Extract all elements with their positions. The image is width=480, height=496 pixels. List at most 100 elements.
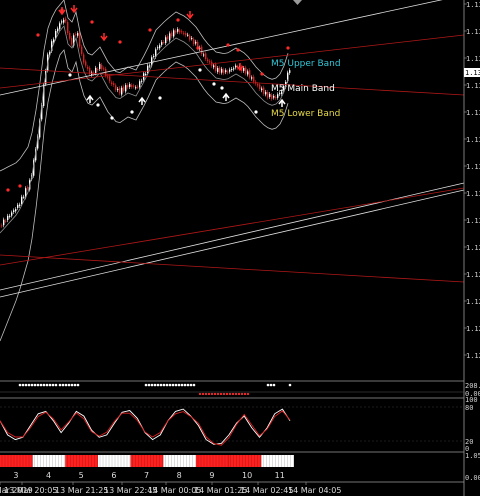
signal-dot-red [36, 33, 40, 37]
time-tick-label: 14 Mar 04:05 [288, 486, 341, 495]
candle-body [245, 67, 247, 74]
indicator-1-dot [168, 383, 172, 387]
indicator-1-dot-red [201, 392, 205, 396]
candle-body [165, 37, 167, 44]
signal-dot-white [254, 110, 258, 114]
candle-body [141, 80, 143, 82]
indicator-1-dot [48, 383, 52, 387]
signal-dot-red [6, 188, 10, 192]
candle-body [167, 36, 169, 40]
indicator-1-dot-red [240, 392, 244, 396]
indicator-1-dot [58, 383, 62, 387]
candle-body [249, 70, 251, 78]
signal-dot-red [236, 48, 240, 52]
signal-dot-white [220, 86, 224, 90]
candle-body [191, 38, 193, 40]
candle-body [169, 33, 171, 41]
price-tick-label: 1.129 [466, 271, 480, 279]
candle-body [145, 73, 147, 75]
candle-body [193, 39, 195, 45]
signal-dot-white [130, 110, 134, 114]
candle-body [149, 65, 151, 67]
candle-body [109, 76, 111, 82]
signal-dot-red [286, 46, 290, 50]
candle-body [61, 21, 63, 23]
price-tick-label: 1.132 [466, 109, 480, 117]
price-tick-label: 1.134 [466, 1, 480, 9]
candle-body [219, 67, 221, 73]
candle-body [251, 77, 253, 79]
price-tick-label: 1.129 [466, 244, 480, 252]
current-price-label: 1.132 [465, 69, 480, 77]
indicator-1-dot [183, 383, 187, 387]
candle-body [27, 187, 29, 189]
indicator-3-tick-bottom: 0.00 [465, 474, 480, 482]
candle-body [85, 61, 87, 66]
indicator-1-dot [24, 383, 28, 387]
signal-dot-white [212, 82, 216, 86]
signal-dot-white [110, 116, 114, 120]
chart-window[interactable]: M5 Upper Band M5 Main Band M5 Lower Band… [0, 0, 480, 496]
indicator-1-dot [45, 383, 49, 387]
candle-body [107, 76, 109, 78]
candle-body [187, 34, 189, 36]
candle-body [205, 53, 207, 59]
candle-body [15, 209, 17, 212]
indicator-1-dot [153, 383, 157, 387]
indicator-1-dot [36, 383, 40, 387]
candle-body [203, 54, 205, 56]
candle-body [111, 82, 113, 85]
candle-body [1, 225, 3, 227]
price-tick-label: 1.132 [466, 82, 480, 90]
signal-dot-red [260, 72, 264, 76]
candle-body [99, 63, 101, 70]
candle-body [157, 47, 159, 49]
indicator-1-dot [73, 383, 77, 387]
signal-dot-white [96, 103, 100, 107]
candle-body [119, 88, 121, 94]
indicator-1-dot-red [228, 392, 232, 396]
candle-body [163, 41, 165, 43]
candle-body [153, 55, 155, 57]
candle-body [7, 215, 9, 221]
candle-body [117, 88, 119, 91]
indicator-1-dot [272, 383, 276, 387]
time-tick-label: 14 Mar 02:45 [240, 486, 293, 495]
indicator-1-dot-red [246, 392, 250, 396]
candle-body [183, 32, 185, 34]
candle-body [21, 196, 23, 204]
indicator-1-dot [150, 383, 154, 387]
indicator-1-dot [171, 383, 175, 387]
indicator-1-dot [159, 383, 163, 387]
segment-label: 6 [111, 471, 116, 480]
indicator-1-dot [189, 383, 193, 387]
candle-body [19, 204, 21, 206]
price-tick-label: 1.131 [466, 163, 480, 171]
candle-body [65, 18, 67, 22]
candle-body [227, 71, 229, 73]
candle-body [269, 93, 271, 97]
indicator-1-dot [27, 383, 31, 387]
candle-body [275, 96, 277, 99]
candle-body [231, 68, 233, 70]
price-tick-label: 1.133 [466, 55, 480, 63]
upper-band-label: M5 Upper Band [271, 59, 341, 69]
candle-body [161, 42, 163, 45]
candle-body [127, 84, 129, 88]
candle-body [235, 65, 237, 68]
candle-body [185, 33, 187, 36]
price-tick-label: 1.128 [466, 325, 480, 333]
time-tick-label: 13 Mar 20:05 [4, 486, 57, 495]
candle-body [13, 210, 15, 213]
indicator-1-dot [42, 383, 46, 387]
indicator-1-dot [64, 383, 68, 387]
candle-body [179, 30, 181, 33]
indicator-1-dot [21, 383, 25, 387]
time-tick-label: 13 Mar 21:25 [55, 486, 108, 495]
indicator-1-dot-red [198, 392, 202, 396]
candle-body [131, 85, 133, 87]
segment-label: 9 [209, 471, 214, 480]
candle-body [277, 94, 279, 98]
indicator-1-dot [269, 383, 273, 387]
price-tick-label: 1.128 [466, 298, 480, 306]
